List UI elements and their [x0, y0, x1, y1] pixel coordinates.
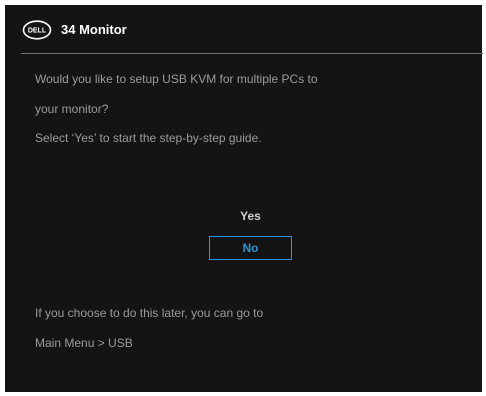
no-option[interactable]: No: [209, 236, 292, 260]
osd-header: DELL 34 Monitor: [5, 5, 482, 53]
footer-line-1: If you choose to do this later, you can …: [35, 306, 264, 320]
monitor-title: 34 Monitor: [61, 22, 127, 37]
footer-line-2: Main Menu > USB: [35, 336, 133, 350]
message-line-3: Select ‘Yes’ to start the step-by-step g…: [35, 131, 262, 145]
dell-logo-text: DELL: [28, 28, 47, 35]
osd-dialog: DELL 34 Monitor Would you like to setup …: [5, 5, 483, 392]
message-line-1: Would you like to setup USB KVM for mult…: [35, 72, 318, 86]
message-line-2: your monitor?: [35, 102, 109, 116]
header-divider: [21, 53, 483, 54]
yes-option[interactable]: Yes: [209, 204, 292, 228]
dell-logo: DELL: [22, 20, 52, 40]
